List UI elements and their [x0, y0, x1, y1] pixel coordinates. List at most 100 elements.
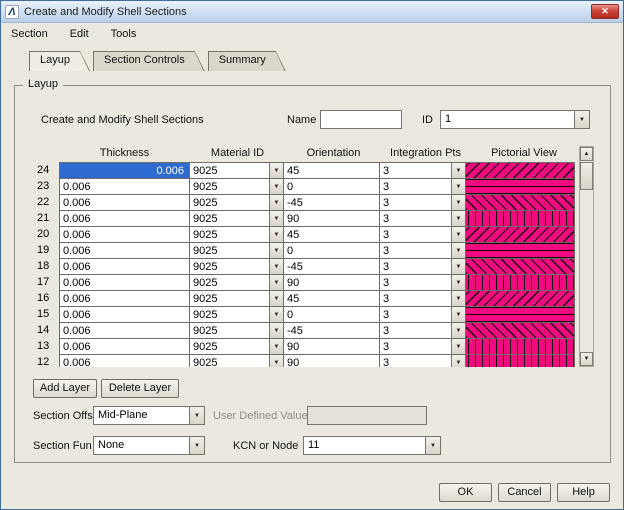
name-input[interactable]	[320, 110, 402, 129]
delete-layer-button[interactable]: Delete Layer	[101, 379, 179, 398]
integration-pts-combo[interactable]: 3 ▼	[379, 322, 466, 339]
add-layer-button[interactable]: Add Layer	[33, 379, 97, 398]
chevron-down-icon[interactable]: ▼	[451, 259, 465, 274]
integration-pts-combo[interactable]: 3 ▼	[379, 210, 466, 227]
chevron-down-icon[interactable]: ▼	[451, 195, 465, 210]
orientation-field[interactable]: 45	[283, 226, 380, 243]
orientation-field[interactable]: 0	[283, 306, 380, 323]
ok-button[interactable]: OK	[439, 483, 492, 502]
orientation-field[interactable]: 90	[283, 338, 380, 355]
chevron-down-icon[interactable]: ▼	[451, 227, 465, 242]
material-id-combo[interactable]: 9025 ▼	[189, 178, 284, 195]
chevron-down-icon[interactable]: ▼	[269, 179, 283, 194]
chevron-down-icon[interactable]: ▼	[269, 323, 283, 338]
material-id-combo[interactable]: 9025 ▼	[189, 258, 284, 275]
thickness-field[interactable]: 0.006	[59, 338, 190, 355]
chevron-down-icon[interactable]: ▼	[189, 437, 204, 454]
orientation-field[interactable]: 45	[283, 290, 380, 307]
integration-pts-combo[interactable]: 3 ▼	[379, 338, 466, 355]
menu-item-edit[interactable]: Edit	[68, 26, 91, 42]
orientation-field[interactable]: -45	[283, 322, 380, 339]
id-combo[interactable]: 1 ▼	[440, 110, 590, 129]
section-offset-combo[interactable]: Mid-Plane ▼	[93, 406, 205, 425]
material-id-combo[interactable]: 9025 ▼	[189, 226, 284, 243]
orientation-field[interactable]: 45	[283, 162, 380, 179]
material-id-combo[interactable]: 9025 ▼	[189, 290, 284, 307]
tab-layup[interactable]: Layup	[29, 51, 90, 71]
orientation-field[interactable]: 90	[283, 274, 380, 291]
chevron-down-icon[interactable]: ▼	[451, 275, 465, 290]
cancel-button[interactable]: Cancel	[498, 483, 551, 502]
integration-pts-combo[interactable]: 3 ▼	[379, 274, 466, 291]
material-id-combo[interactable]: 9025 ▼	[189, 210, 284, 227]
chevron-down-icon[interactable]: ▼	[269, 307, 283, 322]
material-id-combo[interactable]: 9025 ▼	[189, 306, 284, 323]
orientation-field[interactable]: 90	[283, 210, 380, 227]
thickness-field[interactable]: 0.006	[59, 210, 190, 227]
orientation-field[interactable]: 90	[283, 354, 380, 367]
chevron-down-icon[interactable]: ▼	[269, 211, 283, 226]
material-id-combo[interactable]: 9025 ▼	[189, 242, 284, 259]
orientation-field[interactable]: 0	[283, 178, 380, 195]
integration-pts-combo[interactable]: 3 ▼	[379, 194, 466, 211]
chevron-down-icon[interactable]: ▼	[425, 437, 440, 454]
material-id-combo[interactable]: 9025 ▼	[189, 274, 284, 291]
scroll-up-button[interactable]: ▲	[580, 147, 593, 161]
help-button[interactable]: Help	[557, 483, 610, 502]
integration-pts-combo[interactable]: 3 ▼	[379, 178, 466, 195]
thickness-field[interactable]: 0.006	[59, 242, 190, 259]
thickness-field[interactable]: 0.006	[59, 226, 190, 243]
material-id-combo[interactable]: 9025 ▼	[189, 162, 284, 179]
tab-section-controls[interactable]: Section Controls	[93, 51, 205, 71]
thickness-field[interactable]: 0.006	[59, 194, 190, 211]
chevron-down-icon[interactable]: ▼	[269, 291, 283, 306]
integration-pts-combo[interactable]: 3 ▼	[379, 290, 466, 307]
chevron-down-icon[interactable]: ▼	[451, 179, 465, 194]
chevron-down-icon[interactable]: ▼	[574, 111, 589, 128]
integration-pts-combo[interactable]: 3 ▼	[379, 162, 466, 179]
section-function-combo[interactable]: None ▼	[93, 436, 205, 455]
thickness-field[interactable]: 0.006	[59, 306, 190, 323]
chevron-down-icon[interactable]: ▼	[269, 163, 283, 178]
integration-pts-combo[interactable]: 3 ▼	[379, 258, 466, 275]
chevron-down-icon[interactable]: ▼	[189, 407, 204, 424]
integration-pts-combo[interactable]: 3 ▼	[379, 226, 466, 243]
chevron-down-icon[interactable]: ▼	[451, 355, 465, 367]
material-id-combo[interactable]: 9025 ▼	[189, 338, 284, 355]
chevron-down-icon[interactable]: ▼	[269, 227, 283, 242]
thickness-field[interactable]: 0.006	[59, 290, 190, 307]
chevron-down-icon[interactable]: ▼	[269, 339, 283, 354]
table-scrollbar[interactable]: ▲ ▼	[579, 146, 594, 367]
thickness-field[interactable]: 0.006	[59, 274, 190, 291]
titlebar[interactable]: Λ Create and Modify Shell Sections ✕	[1, 1, 623, 23]
thickness-field[interactable]: 0.006	[59, 322, 190, 339]
orientation-field[interactable]: 0	[283, 242, 380, 259]
chevron-down-icon[interactable]: ▼	[269, 259, 283, 274]
thickness-field[interactable]: 0.006	[59, 162, 190, 179]
chevron-down-icon[interactable]: ▼	[451, 307, 465, 322]
material-id-combo[interactable]: 9025 ▼	[189, 322, 284, 339]
chevron-down-icon[interactable]: ▼	[451, 243, 465, 258]
thickness-field[interactable]: 0.006	[59, 354, 190, 367]
chevron-down-icon[interactable]: ▼	[451, 339, 465, 354]
chevron-down-icon[interactable]: ▼	[269, 355, 283, 367]
chevron-down-icon[interactable]: ▼	[269, 195, 283, 210]
menu-item-section[interactable]: Section	[9, 26, 50, 42]
chevron-down-icon[interactable]: ▼	[269, 275, 283, 290]
orientation-field[interactable]: -45	[283, 194, 380, 211]
chevron-down-icon[interactable]: ▼	[269, 243, 283, 258]
orientation-field[interactable]: -45	[283, 258, 380, 275]
chevron-down-icon[interactable]: ▼	[451, 323, 465, 338]
chevron-down-icon[interactable]: ▼	[451, 163, 465, 178]
scroll-down-button[interactable]: ▼	[580, 352, 593, 366]
chevron-down-icon[interactable]: ▼	[451, 291, 465, 306]
material-id-combo[interactable]: 9025 ▼	[189, 354, 284, 367]
integration-pts-combo[interactable]: 3 ▼	[379, 242, 466, 259]
tab-summary[interactable]: Summary	[208, 51, 286, 71]
thickness-field[interactable]: 0.006	[59, 258, 190, 275]
menu-item-tools[interactable]: Tools	[109, 26, 139, 42]
thickness-field[interactable]: 0.006	[59, 178, 190, 195]
chevron-down-icon[interactable]: ▼	[451, 211, 465, 226]
scrollbar-thumb[interactable]	[580, 162, 593, 190]
kcn-or-node-combo[interactable]: 11 ▼	[303, 436, 441, 455]
